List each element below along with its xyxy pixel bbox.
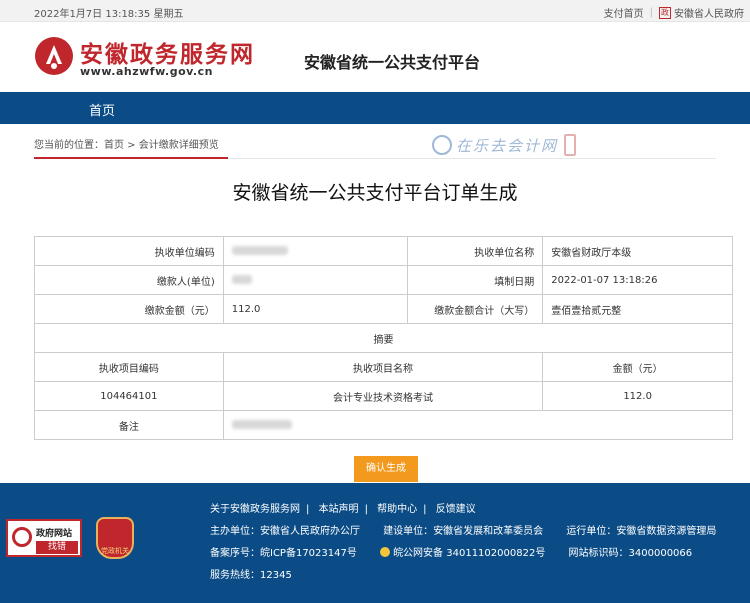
- site-id-label: 网站标识码：: [568, 548, 629, 559]
- amount-total-label: 缴款金额合计（大写）: [407, 294, 544, 324]
- redacted-value: [231, 420, 292, 429]
- watermark-seal-icon: [564, 134, 577, 156]
- hotline-value: 12345: [260, 570, 292, 581]
- column-header-item-code: 执收项目编码: [34, 352, 224, 382]
- payer-value: [222, 265, 409, 295]
- item-name: 会计专业技术资格考试: [222, 381, 544, 411]
- column-header-amount: 金额（元）: [542, 352, 733, 382]
- emblem-text: 党政机关: [101, 547, 129, 555]
- table-row: 缴款人(单位) 填制日期 2022-01-07 13:18:26: [34, 265, 733, 295]
- gov-site-error-badge[interactable]: 政府网站 找错: [6, 519, 82, 557]
- item-amount: 112.0: [542, 381, 733, 411]
- hotline-label: 服务热线：: [210, 570, 260, 581]
- table-row: 104464101 会计专业技术资格考试 112.0: [34, 381, 733, 411]
- collector-name-label: 执收单位名称: [407, 236, 544, 266]
- amount-value: 112.0: [222, 294, 409, 324]
- builder-value: 安徽省发展和改革委员会: [433, 526, 544, 537]
- table-header-row: 执收项目编码 执收项目名称 金额（元）: [34, 352, 733, 382]
- payer-label: 缴款人(单位): [34, 265, 224, 295]
- footer-link-about[interactable]: 关于安徽政务服务网: [210, 504, 300, 515]
- redacted-value: [231, 275, 252, 284]
- collector-code-label: 执收单位编码: [34, 236, 224, 266]
- site-url: www.ahzwfw.gov.cn: [80, 65, 213, 78]
- site-footer: 政府网站 找错 党政机关 关于安徽政务服务网 | 本站声明 | 帮助中心 | 反馈建议…: [0, 483, 750, 603]
- confirm-generate-button[interactable]: 确认生成: [354, 456, 418, 482]
- top-bar: 2022年1月7日 13:18:35 星期五 支付首页 | 政 安徽省人民政府: [0, 0, 750, 22]
- nav-home[interactable]: 首页: [89, 100, 115, 119]
- collector-code-value: [222, 236, 409, 266]
- builder-label: 建设单位：: [383, 526, 434, 537]
- site-name[interactable]: 安徽政务服务网: [80, 35, 255, 69]
- footer-link-help[interactable]: 帮助中心: [377, 504, 417, 515]
- datetime-text: 2022年1月7日 13:18:35 星期五: [34, 9, 184, 20]
- police-badge-icon: [380, 547, 391, 557]
- operator-label: 运行单位：: [566, 526, 617, 537]
- party-gov-emblem-icon[interactable]: 党政机关: [96, 517, 134, 559]
- host-label: 主办单位：: [210, 526, 260, 537]
- collector-name-value: 安徽省财政厅本级: [542, 236, 733, 266]
- amount-label: 缴款金额（元）: [34, 294, 224, 324]
- footer-link-feedback[interactable]: 反馈建议: [436, 504, 476, 515]
- host-value: 安徽省人民政府办公厅: [260, 526, 360, 537]
- gov-emblem-icon: 政: [659, 6, 671, 19]
- table-row: 备注: [34, 410, 734, 440]
- watermark-text: 在乐去会计网: [456, 136, 559, 155]
- footer-link-statement[interactable]: 本站声明: [319, 504, 359, 515]
- remark-label: 备注: [34, 410, 224, 440]
- footer-hotline-line: 服务热线：12345: [210, 569, 716, 591]
- table-row: 缴款金额（元） 112.0 缴款金额合计（大写） 壹佰壹拾贰元整: [34, 294, 733, 324]
- footer-links: 关于安徽政务服务网 | 本站声明 | 帮助中心 | 反馈建议: [210, 504, 476, 515]
- badge-line2: 找错: [36, 541, 78, 554]
- site-id-value: 3400000066: [628, 548, 693, 559]
- table-row: 执收单位编码 执收单位名称 安徽省财政厅本级: [34, 236, 733, 266]
- footer-record-line: 备案序号：皖ICP备17023147号 皖公网安备 34011102000822…: [210, 547, 716, 569]
- divider: |: [649, 7, 653, 18]
- breadcrumb-row: 您当前的位置：首页 > 会计缴款详细预览 在乐去会计网: [0, 124, 750, 159]
- breadcrumb-underline: [34, 157, 228, 159]
- icp-label: 备案序号：: [210, 548, 260, 559]
- item-code: 104464101: [34, 381, 224, 411]
- police-record[interactable]: 皖公网安备 34011102000822号: [393, 548, 545, 559]
- icp-value[interactable]: 皖ICP备17023147号: [260, 548, 357, 559]
- breadcrumb[interactable]: 您当前的位置：首页 > 会计缴款详细预览: [34, 136, 219, 151]
- footer-info: 关于安徽政务服务网 | 本站声明 | 帮助中心 | 反馈建议 主办单位：安徽省人民政府…: [210, 503, 716, 591]
- site-header: 安徽政务服务网 www.ahzwfw.gov.cn 安徽省统一公共支付平台: [0, 22, 750, 92]
- site-logo-icon[interactable]: [34, 36, 74, 76]
- watermark-logo-icon: [432, 135, 452, 155]
- footer-org-line: 主办单位：安徽省人民政府办公厅 建设单位：安徽省发展和改革委员会 运行单位：安徽…: [210, 525, 716, 547]
- amount-total-value: 壹佰壹拾贰元整: [542, 294, 733, 324]
- remark-value: [222, 410, 734, 440]
- fill-date-label: 填制日期: [407, 265, 544, 295]
- summary-header: 摘要: [34, 323, 733, 353]
- main-nav: 首页: [0, 92, 750, 124]
- gov-link[interactable]: 安徽省人民政府: [674, 5, 744, 20]
- top-links: 支付首页 | 政 安徽省人民政府: [604, 5, 744, 20]
- badge-line1: 政府网站: [36, 529, 73, 539]
- table-row: 摘要: [34, 323, 733, 353]
- platform-title: 安徽省统一公共支付平台: [304, 53, 481, 72]
- magnifier-icon: [12, 527, 32, 547]
- redacted-value: [231, 246, 288, 255]
- pay-home-link[interactable]: 支付首页: [604, 5, 644, 20]
- watermark: 在乐去会计网: [432, 134, 577, 156]
- fill-date-value: 2022-01-07 13:18:26: [542, 265, 733, 295]
- page-title: 安徽省统一公共支付平台订单生成: [232, 182, 518, 204]
- column-header-item-name: 执收项目名称: [222, 352, 544, 382]
- operator-value: 安徽省数据资源管理局: [616, 526, 717, 537]
- order-table: 执收单位编码 执收单位名称 安徽省财政厅本级 缴款人(单位) 填制日期 2022…: [34, 236, 734, 440]
